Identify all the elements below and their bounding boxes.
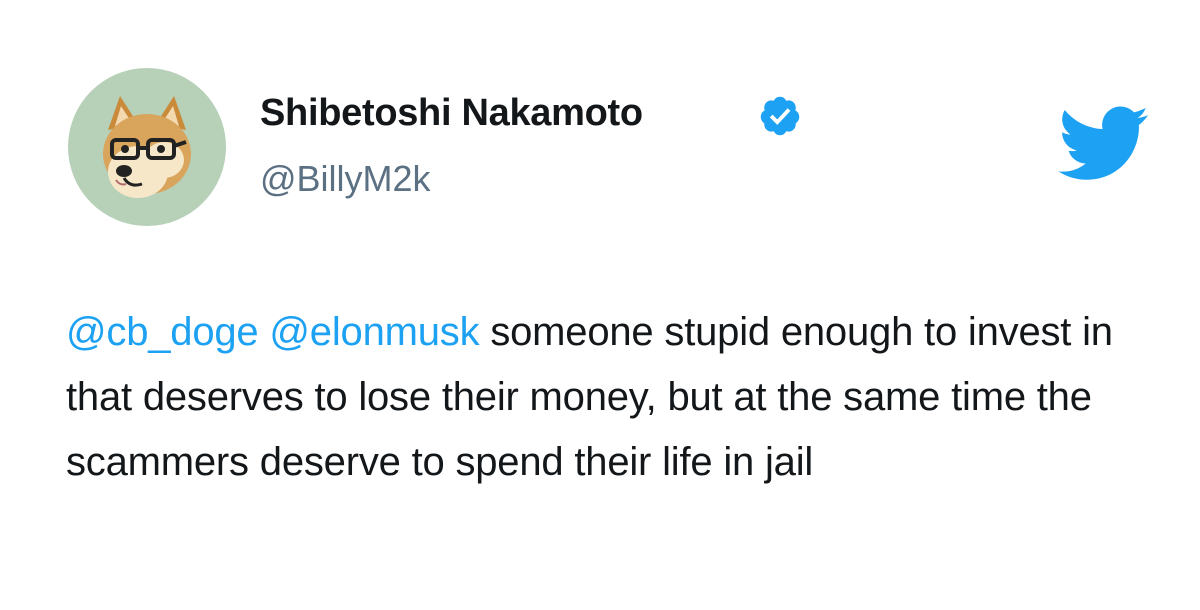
mention-link[interactable]: @cb_doge xyxy=(66,310,259,354)
tweet-card: Shibetoshi Nakamoto @BillyM2k @cb_doge @… xyxy=(0,0,1200,610)
verified-badge-icon xyxy=(760,96,800,136)
author-display-name[interactable]: Shibetoshi Nakamoto xyxy=(260,92,643,135)
author-handle[interactable]: @BillyM2k xyxy=(260,158,431,200)
shiba-avatar-icon xyxy=(103,96,191,198)
avatar[interactable] xyxy=(68,68,226,226)
mention-link[interactable]: @elonmusk xyxy=(269,310,479,354)
tweet-text: @cb_doge @elonmusk someone stupid enough… xyxy=(66,300,1166,495)
twitter-bird-icon[interactable] xyxy=(1058,106,1150,182)
